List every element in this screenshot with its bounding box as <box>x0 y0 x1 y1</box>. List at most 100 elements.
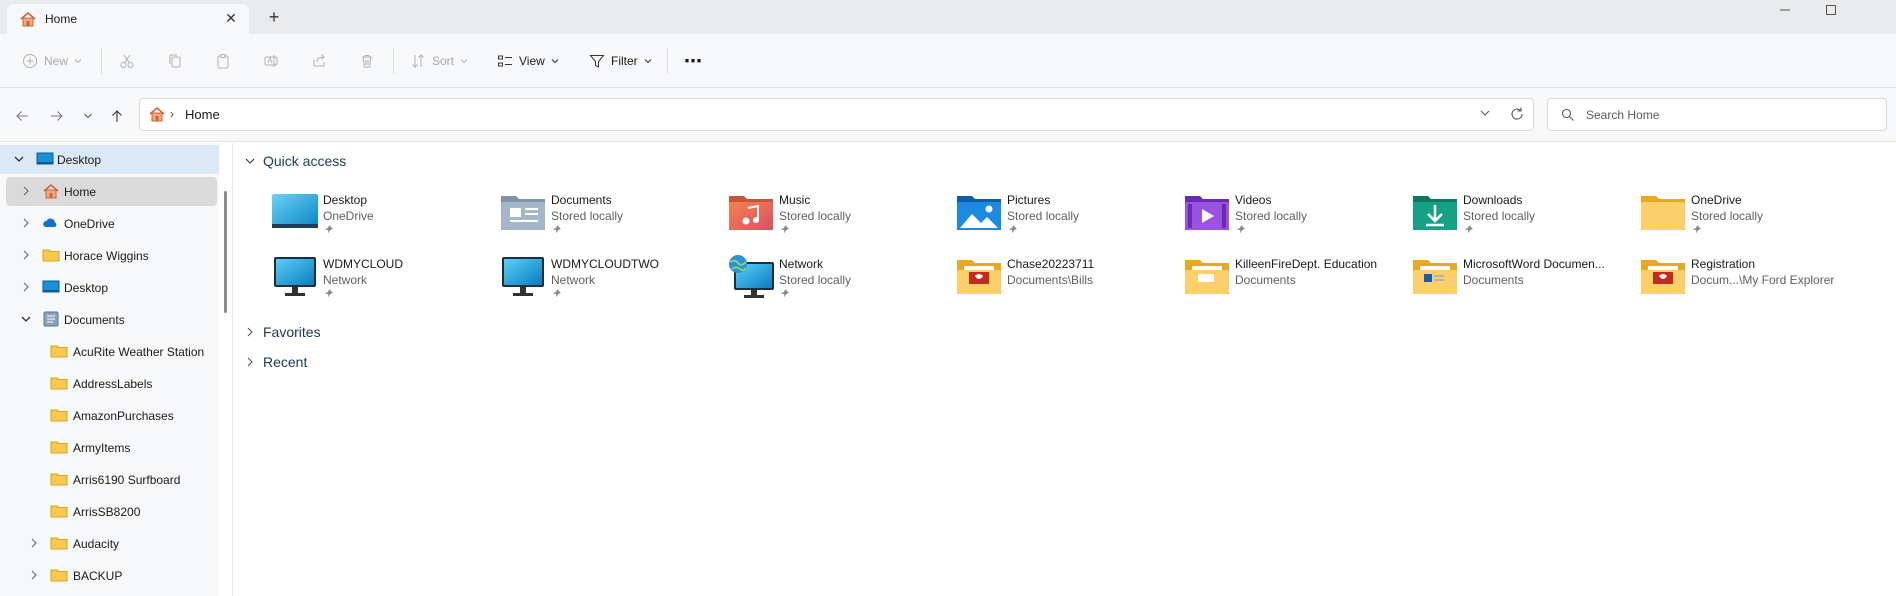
sort-icon <box>412 54 424 68</box>
share-button[interactable] <box>311 48 327 74</box>
word-folder-icon <box>1413 260 1457 294</box>
sidebar-item-home[interactable]: Home <box>6 177 217 206</box>
refresh-icon[interactable] <box>1509 106 1525 122</box>
new-tab-button[interactable]: + <box>264 8 284 28</box>
arrow-right-icon <box>51 111 63 121</box>
item-name: Downloads <box>1463 193 1523 207</box>
maximize-button[interactable] <box>1808 0 1854 20</box>
favorites-header[interactable]: Favorites <box>245 324 321 340</box>
search-input[interactable] <box>1586 105 1876 125</box>
sidebar-item-label: Desktop <box>64 281 109 295</box>
documents-icon <box>43 311 59 327</box>
chevron-down-icon[interactable] <box>1479 107 1491 119</box>
separator <box>393 48 394 74</box>
item-location: Docum...\My Ford Explorer <box>1691 273 1835 287</box>
sidebar-item-user-folder[interactable]: Horace Wiggins <box>6 241 217 270</box>
sidebar-item-folder[interactable]: Arris6190 Surfboard <box>6 465 217 494</box>
rename-icon <box>264 55 278 67</box>
address-bar[interactable]: › Home <box>139 98 1534 131</box>
quick-access-onedrive[interactable]: OneDrive Stored locally <box>1638 190 1866 242</box>
sidebar-item-desktop-root[interactable]: Desktop <box>0 145 219 174</box>
delete-button[interactable] <box>359 48 375 74</box>
chevron-down-icon <box>74 59 82 64</box>
sidebar-item-folder[interactable]: Audacity <box>6 529 217 558</box>
chevron-down-icon <box>14 156 24 162</box>
sidebar-item-folder[interactable]: ArrisSB8200 <box>6 497 217 526</box>
sidebar-item-desktop[interactable]: Desktop <box>6 273 217 302</box>
item-name: Pictures <box>1007 193 1051 207</box>
item-name: WDMYCLOUD <box>323 257 403 271</box>
pdf-folder-icon <box>957 260 1001 294</box>
quick-access-chase[interactable]: Chase20223711 Documents\Bills <box>954 254 1182 306</box>
sort-button[interactable]: Sort <box>410 48 468 74</box>
pin-icon <box>324 289 333 298</box>
sidebar-item-folder[interactable]: AddressLabels <box>6 369 217 398</box>
folder-icon <box>50 345 68 358</box>
sidebar-item-folder[interactable]: AmazonPurchases <box>6 401 217 430</box>
new-button[interactable]: New <box>22 48 82 74</box>
folder-icon <box>42 249 60 262</box>
folder-icon <box>50 377 68 390</box>
item-location: Network <box>551 273 596 287</box>
quick-access-documents[interactable]: Documents Stored locally <box>498 190 726 242</box>
content-area: Quick access Desktop OneDrive Documents … <box>233 143 1896 596</box>
quick-access-music[interactable]: Music Stored locally <box>726 190 954 242</box>
sidebar-item-label: OneDrive <box>64 217 115 231</box>
quick-access-wdmycloudtwo[interactable]: WDMYCLOUDTWO Network <box>498 254 726 306</box>
paste-button[interactable] <box>215 48 231 74</box>
sidebar-scrollbar[interactable] <box>224 191 227 313</box>
chevron-right-icon <box>31 570 37 580</box>
sidebar-item-folder[interactable]: AcuRite Weather Station <box>6 337 217 366</box>
chevron-right-icon <box>23 186 29 196</box>
sidebar-item-label: BACKUP <box>73 569 123 583</box>
desktop-icon <box>36 152 54 165</box>
quick-access-killeen[interactable]: KilleenFireDept. Education Documents <box>1182 254 1410 306</box>
sidebar-item-folder[interactable]: BACKUP <box>6 561 217 590</box>
item-location: Documents\Bills <box>1007 273 1094 287</box>
view-button[interactable]: View <box>497 48 559 74</box>
sidebar-item-label: ArmyItems <box>73 441 131 455</box>
separator <box>667 48 668 74</box>
recent-locations-button[interactable] <box>78 106 98 126</box>
sidebar-item-documents[interactable]: Documents <box>6 305 217 334</box>
sidebar-item-onedrive[interactable]: OneDrive <box>6 209 217 238</box>
folder-icon <box>50 409 68 422</box>
cut-button[interactable] <box>119 48 135 74</box>
arrow-left-icon <box>16 111 28 121</box>
copy-button[interactable] <box>167 48 183 74</box>
close-tab-icon[interactable]: ✕ <box>222 9 240 27</box>
filter-button[interactable]: Filter <box>589 48 652 74</box>
quick-access-msword[interactable]: MicrosoftWord Documen... Documents <box>1410 254 1638 306</box>
arrow-up-icon <box>112 110 122 122</box>
sidebar-item-label: Desktop <box>57 153 102 167</box>
quick-access-wdmycloud[interactable]: WDMYCLOUD Network <box>270 254 498 306</box>
section-title: Quick access <box>263 153 347 169</box>
quick-access-desktop[interactable]: Desktop OneDrive <box>270 190 498 242</box>
item-name: Music <box>779 193 811 207</box>
sidebar-item-label: Horace Wiggins <box>64 249 149 263</box>
search-box[interactable] <box>1547 98 1887 131</box>
add-icon <box>23 54 37 68</box>
quick-access-header[interactable]: Quick access <box>245 153 346 169</box>
chevron-right-icon <box>23 218 29 228</box>
breadcrumb-home[interactable]: Home <box>185 107 220 122</box>
sidebar-item-folder[interactable]: ArmyItems <box>6 433 217 462</box>
quick-access-registration[interactable]: Registration Docum...\My Ford Explorer <box>1638 254 1866 306</box>
item-name: Videos <box>1235 193 1272 207</box>
quick-access-videos[interactable]: Videos Stored locally <box>1182 190 1410 242</box>
chevron-right-icon <box>23 282 29 292</box>
quick-access-pictures[interactable]: Pictures Stored locally <box>954 190 1182 242</box>
quick-access-network[interactable]: Network Stored locally <box>726 254 954 306</box>
recent-header[interactable]: Recent <box>245 354 307 370</box>
forward-button[interactable] <box>47 106 67 126</box>
rename-button[interactable] <box>263 48 279 74</box>
minimize-button[interactable] <box>1762 0 1808 20</box>
breadcrumb-separator[interactable]: › <box>170 107 174 121</box>
tab-home[interactable]: Home ✕ <box>7 4 249 34</box>
back-button[interactable] <box>12 106 32 126</box>
sidebar-item-label: AddressLabels <box>73 377 153 391</box>
item-name: MicrosoftWord Documen... <box>1463 257 1605 271</box>
quick-access-downloads[interactable]: Downloads Stored locally <box>1410 190 1638 242</box>
more-options-button[interactable]: ⋯ <box>684 48 702 74</box>
up-button[interactable] <box>107 106 127 126</box>
